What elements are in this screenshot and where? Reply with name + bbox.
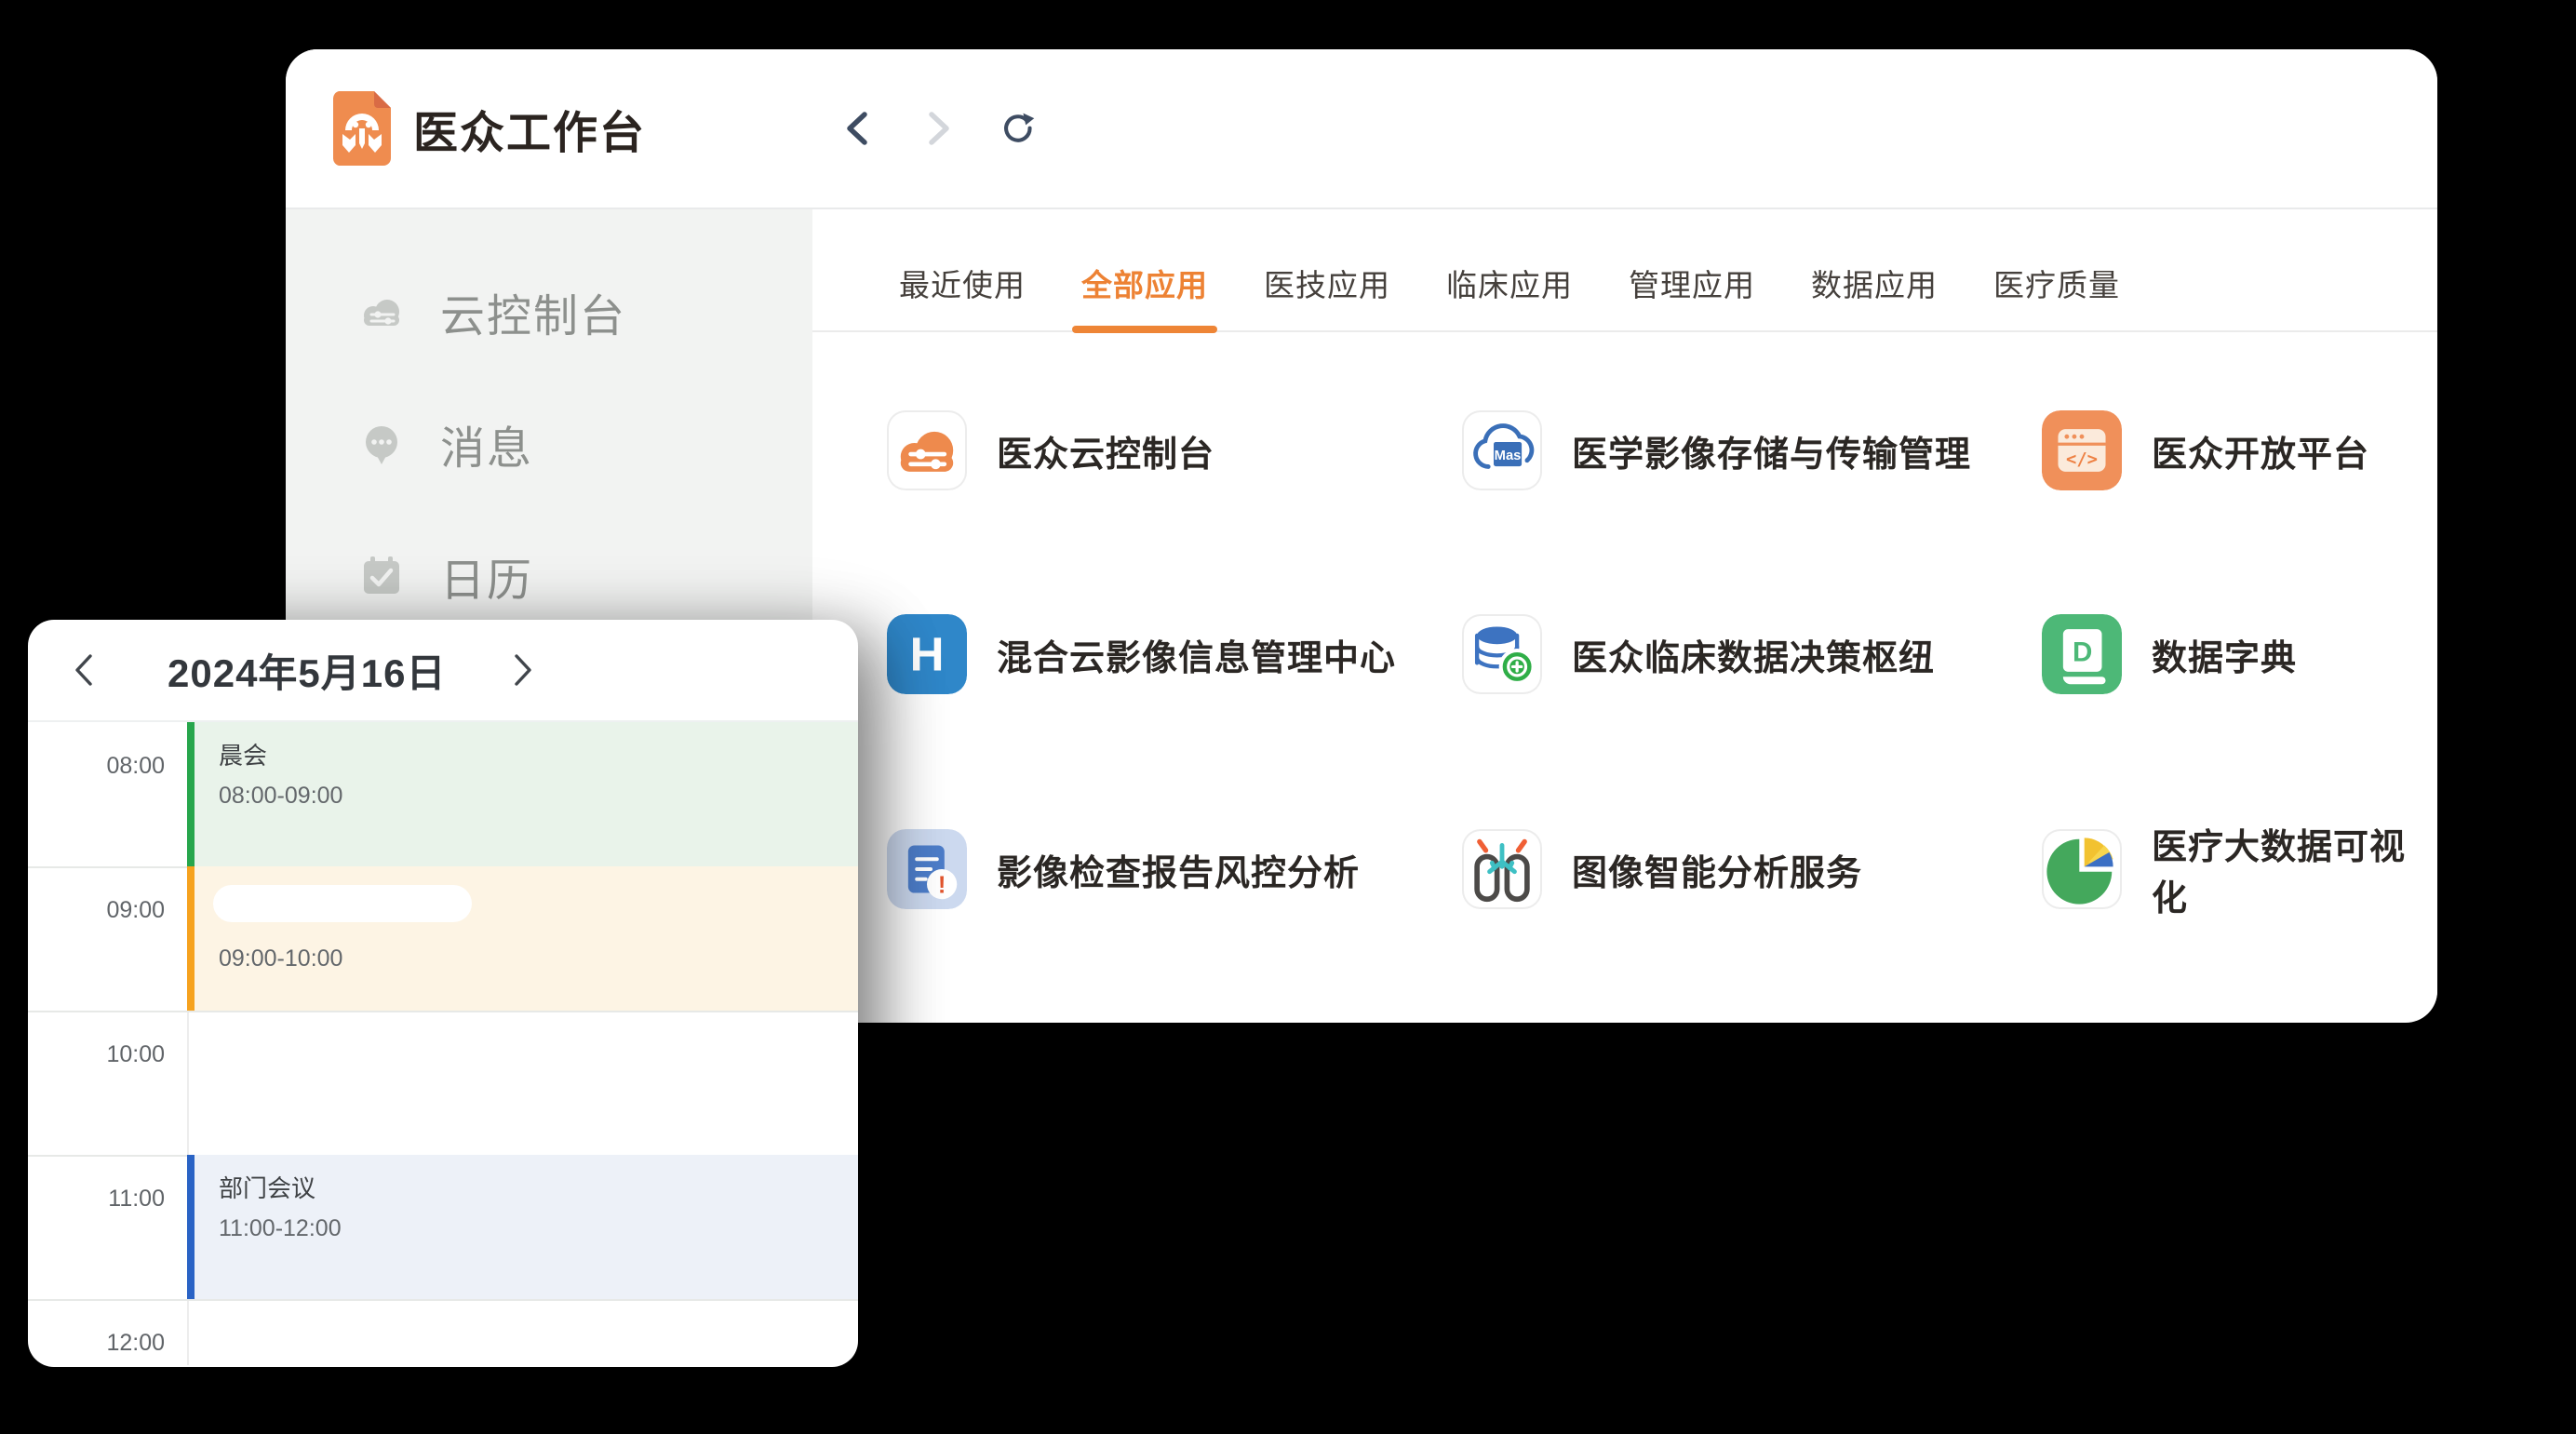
- svg-text:Mas: Mas: [1495, 449, 1522, 463]
- sidebar-item-calendar[interactable]: 日历: [286, 531, 812, 621]
- time-label: 11:00: [28, 1186, 165, 1213]
- next-day-button[interactable]: [495, 642, 551, 698]
- refresh-button[interactable]: [1000, 110, 1037, 147]
- app-label: 医众开放平台: [2152, 425, 2369, 476]
- redacted-event-title: [213, 885, 472, 922]
- clinical-database-icon: [1462, 614, 1542, 694]
- hybrid-cloud-h-icon: H: [887, 614, 967, 694]
- tab-data-apps[interactable]: 数据应用: [1811, 267, 1938, 304]
- svg-text:</>: </>: [2066, 449, 2098, 469]
- sidebar-item-label: 云控制台: [440, 279, 626, 344]
- sidebar-item-messages[interactable]: 消息: [286, 399, 812, 489]
- app-image-storage-mas[interactable]: Mas 医学影像存储与传输管理: [1462, 410, 2042, 490]
- app-label: 医众云控制台: [997, 425, 1214, 476]
- cloud-console-icon: [887, 410, 967, 490]
- app-cloud-console[interactable]: 医众云控制台: [887, 410, 1462, 490]
- app-open-platform[interactable]: </> 医众开放平台: [2042, 410, 2437, 490]
- tab-admin-apps[interactable]: 管理应用: [1629, 267, 1755, 304]
- mas-cloud-icon: Mas: [1462, 410, 1542, 490]
- tab-clinical-apps[interactable]: 临床应用: [1446, 267, 1573, 304]
- app-grid: 医众云控制台 Mas 医学影像存储与传输管理: [812, 332, 2437, 920]
- app-bigdata-visualization[interactable]: 医疗大数据可视化: [2042, 818, 2437, 920]
- event-time: 08:00-09:00: [219, 782, 858, 810]
- calendar-event-morning-meeting[interactable]: 晨会 08:00-09:00: [187, 722, 858, 866]
- screen: 医众工作台: [0, 0, 2576, 1434]
- calendar-check-icon: [358, 553, 405, 599]
- calendar-date-label: 2024年5月16日: [168, 642, 447, 699]
- app-title: 医众工作台: [413, 96, 646, 161]
- time-label: 09:00: [28, 897, 165, 924]
- tab-quality[interactable]: 医疗质量: [1993, 267, 2120, 304]
- message-bubble-icon: [358, 421, 405, 467]
- active-tab-underline: [1072, 326, 1217, 333]
- app-clinical-data-hub[interactable]: 医众临床数据决策枢纽: [1462, 614, 2042, 694]
- time-label: 12:00: [28, 1330, 165, 1357]
- time-label: 10:00: [28, 1041, 165, 1068]
- svg-text:!: !: [938, 873, 946, 899]
- sidebar-item-cloud-console[interactable]: 云控制台: [286, 267, 812, 356]
- window-header: 医众工作台: [286, 49, 2437, 209]
- event-title: 部门会议: [219, 1173, 858, 1203]
- app-label: 混合云影像信息管理中心: [997, 629, 1396, 680]
- sidebar-item-label: 日历: [440, 543, 533, 609]
- calendar-event-department-meeting[interactable]: 部门会议 11:00-12:00: [187, 1155, 858, 1299]
- app-label: 医疗大数据可视化: [2152, 818, 2437, 920]
- app-label: 数据字典: [2152, 629, 2297, 680]
- forward-button[interactable]: [919, 110, 957, 147]
- app-data-dictionary[interactable]: D 数据字典: [2042, 614, 2437, 694]
- back-button[interactable]: [839, 110, 877, 147]
- data-dictionary-icon: D: [2042, 614, 2122, 694]
- event-time: 11:00-12:00: [219, 1214, 858, 1242]
- tab-bar: 最近使用 全部应用 医技应用 临床应用 管理应用 数据应用 医疗质量: [812, 209, 2437, 332]
- calendar-panel: 2024年5月16日 08:00 09:00 10:00 11:00 12:00…: [28, 620, 858, 1367]
- app-report-risk-analysis[interactable]: ! 影像检查报告风控分析: [887, 818, 1462, 920]
- report-risk-icon: !: [887, 829, 967, 909]
- app-logo-icon: [333, 91, 391, 166]
- tab-all-apps[interactable]: 全部应用: [1081, 267, 1208, 304]
- sidebar-item-label: 消息: [440, 411, 533, 476]
- hour-line: [28, 1011, 858, 1012]
- svg-text:H: H: [910, 627, 945, 680]
- calendar-event-redacted[interactable]: 09:00-10:00: [187, 866, 858, 1011]
- app-image-ai-analysis[interactable]: 图像智能分析服务: [1462, 818, 2042, 920]
- prev-day-button[interactable]: [56, 642, 112, 698]
- calendar-day-grid: 08:00 09:00 10:00 11:00 12:00 晨会 08:00-0…: [28, 722, 858, 1365]
- event-time: 09:00-10:00: [219, 945, 858, 972]
- pie-chart-icon: [2042, 829, 2122, 909]
- calendar-header: 2024年5月16日: [28, 620, 858, 722]
- app-label: 影像检查报告风控分析: [997, 844, 1360, 895]
- app-label: 医众临床数据决策枢纽: [1572, 629, 1935, 680]
- browser-nav: [839, 110, 1037, 147]
- app-label: 医学影像存储与传输管理: [1572, 425, 1971, 476]
- hour-line: [28, 1299, 858, 1301]
- tab-recent[interactable]: 最近使用: [899, 267, 1026, 304]
- app-label: 图像智能分析服务: [1572, 844, 1862, 895]
- open-platform-code-icon: </>: [2042, 410, 2122, 490]
- tab-medtech-apps[interactable]: 医技应用: [1264, 267, 1390, 304]
- cloud-settings-icon: [358, 288, 405, 335]
- event-title: 晨会: [219, 741, 858, 771]
- lungs-analysis-icon: [1462, 829, 1542, 909]
- time-label: 08:00: [28, 753, 165, 780]
- app-hybrid-cloud-center[interactable]: H 混合云影像信息管理中心: [887, 614, 1462, 694]
- svg-text:D: D: [2073, 637, 2092, 667]
- content-area: 最近使用 全部应用 医技应用 临床应用 管理应用 数据应用 医疗质量: [812, 209, 2437, 1021]
